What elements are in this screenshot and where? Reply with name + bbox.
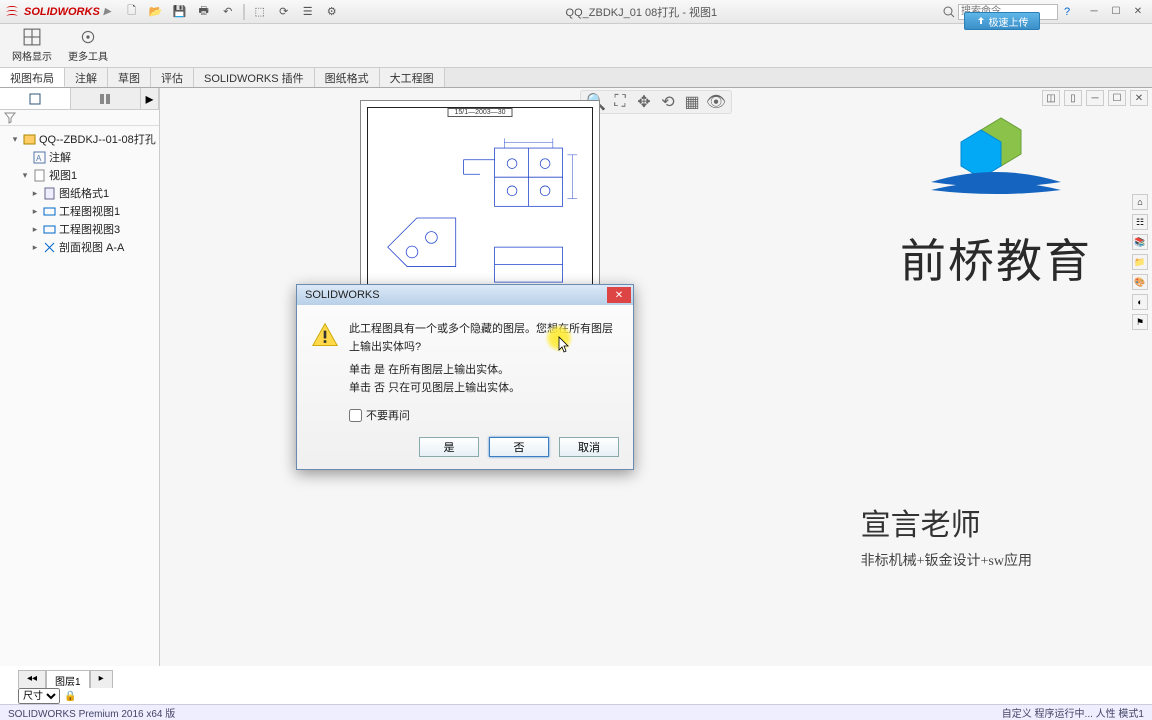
tree-root[interactable]: ▾QQ--ZBDKJ--01-08打孔 — [2, 130, 157, 148]
sheet-header-label: 15/1—2003—30 — [448, 108, 513, 117]
watermark-brand: 前桥教育 — [900, 110, 1092, 291]
drawing-views — [378, 128, 582, 308]
doc-new-window[interactable]: ◫ — [1042, 90, 1060, 106]
doc-close[interactable]: ✕ — [1130, 90, 1148, 106]
taskpane-custom-icon[interactable]: ⚑ — [1132, 314, 1148, 330]
heads-up-toolbar: 🔍 ⛶ ✥ ⟲ ▦ 👁 — [580, 90, 732, 114]
status-left: SOLIDWORKS Premium 2016 x64 版 — [8, 705, 175, 720]
zoom-area-icon[interactable]: ⛶ — [611, 93, 629, 111]
tree-view3[interactable]: ▸工程图视图3 — [2, 220, 157, 238]
doc-min[interactable]: ─ — [1086, 90, 1104, 106]
sheet-tab-add[interactable]: ▸ — [90, 670, 113, 688]
feature-tabs: 视图布局 注解 草图 评估 SOLIDWORKS 插件 图纸格式 大工程图 — [0, 68, 1152, 88]
pan-icon[interactable]: ✥ — [635, 93, 653, 111]
no-button[interactable]: 否 — [489, 437, 549, 457]
display-style-icon[interactable]: ▦ — [683, 93, 701, 111]
new-icon[interactable]: 🗋 — [123, 3, 141, 21]
taskpane-explorer-icon[interactable]: 📁 — [1132, 254, 1148, 270]
taskpane-resources-icon[interactable]: ☷ — [1132, 214, 1148, 230]
panel-tab-collapse[interactable]: ▸ — [141, 88, 159, 109]
hidden-layers-dialog: SOLIDWORKS ✕ 此工程图具有一个或多个隐藏的图层。您想在所有图层上输出… — [296, 284, 634, 470]
save-icon[interactable]: 💾 — [171, 3, 189, 21]
close-button[interactable]: ✕ — [1128, 4, 1148, 20]
window-controls: ─ ☐ ✕ — [1084, 4, 1148, 20]
help-icon[interactable]: ? — [1058, 6, 1076, 18]
filter-row — [0, 110, 159, 126]
svg-text:A: A — [36, 154, 42, 163]
tab-sheet-format[interactable]: 图纸格式 — [315, 68, 380, 87]
undo-icon[interactable]: ↶ — [219, 3, 237, 21]
cancel-button[interactable]: 取消 — [559, 437, 619, 457]
ribbon-grid-display[interactable]: 网格显示 — [8, 26, 56, 65]
panel-tabs: ▸ — [0, 88, 159, 110]
separator — [243, 4, 245, 20]
grid-icon — [23, 28, 41, 46]
warning-icon — [311, 321, 339, 349]
upload-badge[interactable]: 极速上传 — [964, 12, 1040, 30]
document-title: QQ_ZBDKJ_01 08打孔 - 视图1 — [341, 4, 942, 20]
ribbon-more-tools[interactable]: 更多工具 — [64, 26, 112, 65]
feature-tree: ▾QQ--ZBDKJ--01-08打孔 A注解 ▾视图1 ▸图纸格式1 ▸工程图… — [0, 126, 159, 260]
doc-max[interactable]: ☐ — [1108, 90, 1126, 106]
document-window-buttons: ◫ ▯ ─ ☐ ✕ — [1042, 90, 1148, 106]
tab-addins[interactable]: SOLIDWORKS 插件 — [194, 68, 315, 87]
rotate-icon[interactable]: ⟲ — [659, 93, 677, 111]
dont-ask-checkbox[interactable]: 不要再问 — [349, 407, 619, 423]
tree-annotations[interactable]: A注解 — [2, 148, 157, 166]
status-right: 自定义 程序运行中... 人性 模式1 — [1002, 705, 1144, 720]
yes-button[interactable]: 是 — [419, 437, 479, 457]
rebuild-icon[interactable]: ⟳ — [275, 3, 293, 21]
taskpane-library-icon[interactable]: 📚 — [1132, 234, 1148, 250]
task-pane-tabs: ⌂ ☷ 📚 📁 🎨 ◐ ⚑ — [1132, 194, 1150, 330]
solidworks-icon — [4, 4, 20, 20]
filter-icon[interactable] — [4, 112, 16, 124]
tree-sheet1[interactable]: ▾视图1 — [2, 166, 157, 184]
tree-view1[interactable]: ▸工程图视图1 — [2, 202, 157, 220]
doc-tile[interactable]: ▯ — [1064, 90, 1082, 106]
tools-icon — [79, 28, 97, 46]
status-bar: SOLIDWORKS Premium 2016 x64 版 自定义 程序运行中.… — [0, 704, 1152, 720]
tab-sketch[interactable]: 草图 — [108, 68, 151, 87]
tab-view-layout[interactable]: 视图布局 — [0, 68, 65, 87]
dialog-titlebar: SOLIDWORKS ✕ — [297, 285, 633, 305]
dialog-title: SOLIDWORKS — [305, 289, 380, 301]
tab-evaluate[interactable]: 评估 — [151, 68, 194, 87]
app-logo: SOLIDWORKS ▶ — [4, 4, 111, 20]
search-icon — [942, 5, 956, 19]
tree-section-aa[interactable]: ▸剖面视图 A-A — [2, 238, 157, 256]
scale-lock-icon[interactable]: 🔒 — [64, 691, 76, 702]
feature-manager-panel: ▸ ▾QQ--ZBDKJ--01-08打孔 A注解 ▾视图1 ▸图纸格式1 ▸工… — [0, 88, 160, 666]
quick-access-toolbar: 🗋 📂 💾 🖶 ↶ ⬚ ⟳ ☰ ⚙ — [123, 3, 341, 21]
tab-large-drawing[interactable]: 大工程图 — [380, 68, 445, 87]
scale-select[interactable]: 尺寸 — [18, 688, 60, 704]
tab-annotation[interactable]: 注解 — [65, 68, 108, 87]
taskpane-home-icon[interactable]: ⌂ — [1132, 194, 1148, 210]
minimize-button[interactable]: ─ — [1084, 4, 1104, 20]
dialog-message: 此工程图具有一个或多个隐藏的图层。您想在所有图层上输出实体吗? 单击 是 在所有… — [349, 321, 619, 397]
taskpane-palette-icon[interactable]: 🎨 — [1132, 274, 1148, 290]
bottom-toolbar: 尺寸 🔒 — [18, 686, 76, 706]
watermark-author: 宣言老师 非标机械+钣金设计+sw应用 — [861, 500, 1032, 570]
dialog-body: 此工程图具有一个或多个隐藏的图层。您想在所有图层上输出实体吗? 单击 是 在所有… — [297, 305, 633, 469]
dont-ask-input[interactable] — [349, 409, 362, 422]
ribbon: 网格显示 更多工具 — [0, 24, 1152, 68]
options-icon[interactable]: ☰ — [299, 3, 317, 21]
hide-show-icon[interactable]: 👁 — [707, 93, 725, 111]
print-icon[interactable]: 🖶 — [195, 3, 213, 21]
taskpane-appearance-icon[interactable]: ◐ — [1132, 294, 1148, 310]
maximize-button[interactable]: ☐ — [1106, 4, 1126, 20]
tree-sheet-format[interactable]: ▸图纸格式1 — [2, 184, 157, 202]
select-icon[interactable]: ⬚ — [251, 3, 269, 21]
dialog-buttons: 是 否 取消 — [311, 437, 619, 457]
watermark-logo-icon — [921, 110, 1071, 200]
panel-tab-property[interactable] — [71, 88, 142, 109]
settings-icon[interactable]: ⚙ — [323, 3, 341, 21]
dialog-close-button[interactable]: ✕ — [607, 287, 631, 303]
panel-tab-feature[interactable] — [0, 88, 71, 109]
open-icon[interactable]: 📂 — [147, 3, 165, 21]
